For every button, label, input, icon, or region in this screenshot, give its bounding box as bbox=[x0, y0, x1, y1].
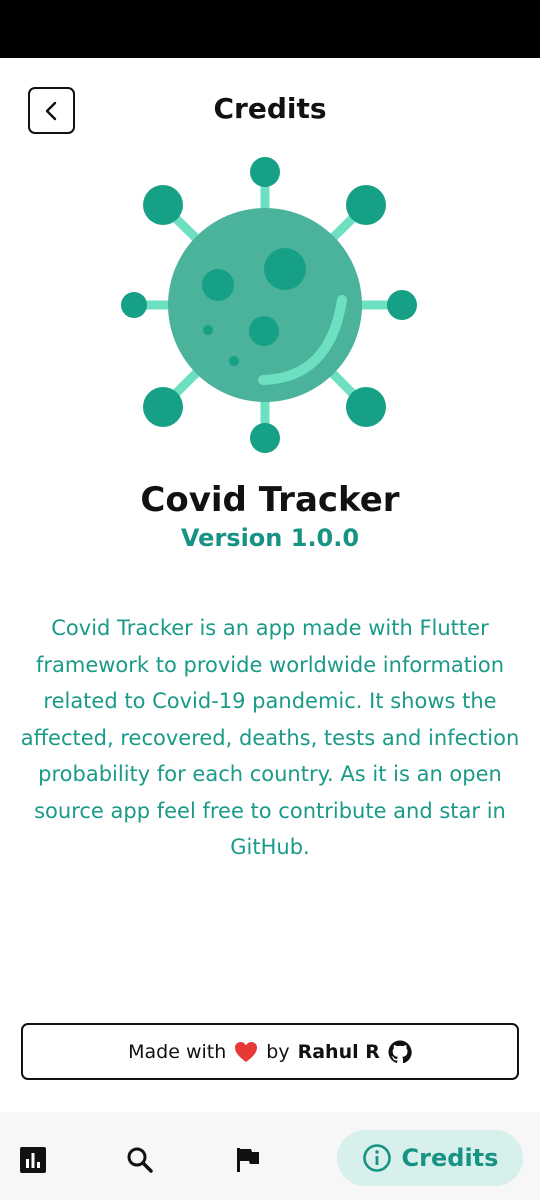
made-with-label: Made with bbox=[128, 1040, 227, 1063]
virus-icon bbox=[121, 157, 417, 453]
page-title: Credits bbox=[213, 92, 327, 125]
nav-search[interactable] bbox=[121, 1141, 159, 1179]
nav-countries[interactable] bbox=[229, 1141, 267, 1179]
search-icon bbox=[127, 1147, 153, 1173]
author-name: Rahul R bbox=[297, 1040, 380, 1063]
app-version: Version 1.0.0 bbox=[180, 524, 360, 552]
by-label: by bbox=[266, 1040, 290, 1063]
made-with-banner[interactable]: Made with by Rahul R bbox=[21, 1023, 519, 1080]
bottom-nav: Credits bbox=[0, 1112, 540, 1200]
nav-stats[interactable] bbox=[14, 1141, 52, 1179]
heart-icon bbox=[235, 1041, 258, 1062]
flag-icon bbox=[237, 1148, 259, 1172]
nav-credits-label: Credits bbox=[401, 1144, 499, 1172]
status-bar bbox=[0, 0, 540, 58]
app-name: Covid Tracker bbox=[140, 480, 400, 520]
github-icon[interactable] bbox=[388, 1040, 412, 1064]
nav-credits[interactable]: Credits bbox=[337, 1130, 523, 1186]
info-icon bbox=[362, 1144, 391, 1172]
app-description: Covid Tracker is an app made with Flutte… bbox=[20, 616, 520, 859]
bar-chart-icon bbox=[20, 1147, 46, 1173]
